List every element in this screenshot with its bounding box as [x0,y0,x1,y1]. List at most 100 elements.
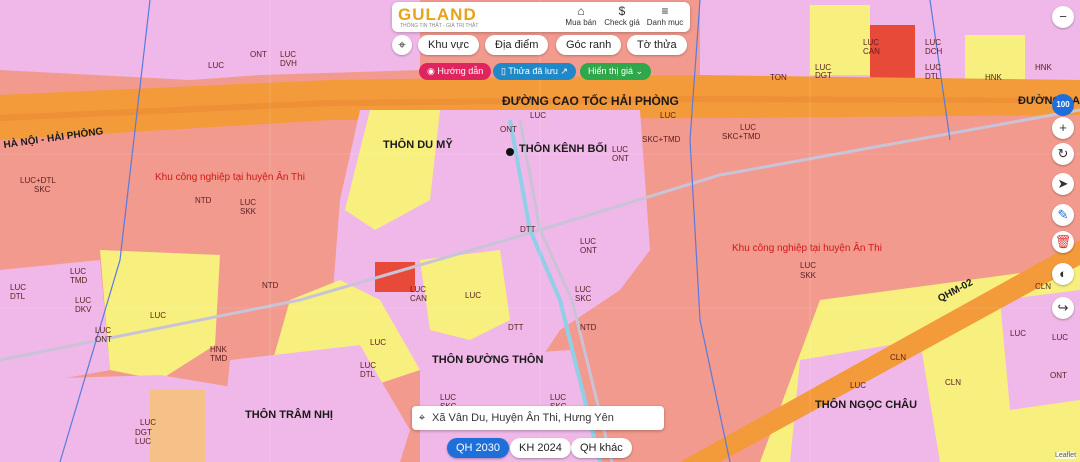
address-text: Xã Vân Du, Huyện Ân Thi, Hưng Yên [432,412,614,424]
svg-text:LUC: LUC [550,393,566,402]
draw-tool-icon: ✎ [1057,207,1069,222]
svg-text:LUC: LUC [1052,333,1068,342]
trash-icon: 🗑 [1054,234,1072,249]
check-price-button[interactable]: $ Check giá [599,4,645,27]
svg-text:LUC: LUC [925,38,941,47]
svg-text:DTL: DTL [360,370,376,379]
menu-button[interactable]: ≡ Danh mục [642,4,688,27]
zoom-out-button[interactable]: − [1052,6,1074,28]
svg-text:LUC: LUC [95,326,111,335]
svg-text:ONT: ONT [95,335,112,344]
tab-kh-2024[interactable]: KH 2024 [510,438,571,458]
svg-text:LUC: LUC [360,361,376,370]
svg-text:CLN: CLN [945,378,961,387]
svg-text:NTD: NTD [195,196,212,205]
check-price-label: Check giá [604,18,640,27]
tab-area[interactable]: Khu vực [418,35,479,55]
svg-text:CLN: CLN [1035,282,1051,291]
svg-text:ONT: ONT [580,246,597,255]
svg-text:LUC: LUC [575,285,591,294]
logo-tagline: THÔNG TIN THẬT - GIÁ TRỊ THẬT [400,23,479,29]
svg-text:TMD: TMD [70,276,88,285]
svg-text:SKK: SKK [240,207,257,216]
top-header: GULAND THÔNG TIN THẬT - GIÁ TRỊ THẬT ⌂ M… [392,2,690,32]
svg-text:LUC: LUC [740,123,756,132]
svg-text:LUC: LUC [660,111,676,120]
navigation-arrow-icon: ➤ [1057,176,1069,191]
svg-text:SKK: SKK [800,271,817,280]
store-icon: ⌂ [577,4,585,18]
tab-parcel[interactable]: Tờ thửa [627,35,687,55]
menu-icon: ≡ [661,4,669,18]
svg-text:DKV: DKV [75,305,92,314]
svg-text:HNK: HNK [210,345,228,354]
svg-text:LUC: LUC [10,283,26,292]
show-price-button[interactable]: Hiển thị giá ⌄ [580,63,652,80]
svg-text:DGT: DGT [135,428,152,437]
tab-qh-2030[interactable]: QH 2030 [447,438,510,458]
svg-text:HNK: HNK [985,73,1003,82]
svg-text:SKC+TMD: SKC+TMD [642,135,681,144]
saved-parcels-label: Thửa đã lưu ↗ [508,66,568,76]
svg-text:LUC: LUC [75,296,91,305]
svg-text:NTD: NTD [262,281,279,290]
my-location-button[interactable]: ⌖ [392,35,412,55]
draw-tool-button[interactable]: ✎ [1052,204,1074,226]
svg-text:ONT: ONT [612,154,629,163]
buy-sell-button[interactable]: ⌂ Mua bán [558,4,604,27]
zoom-level-badge: 100 [1052,94,1074,116]
address-bar[interactable]: ⌖ Xã Vân Du, Huyện Ân Thi, Hưng Yên [412,406,664,430]
svg-text:LUC: LUC [410,285,426,294]
svg-text:DGT: DGT [815,71,832,80]
tab-location[interactable]: Địa điểm [485,35,549,55]
map-attribution[interactable]: Leaflet [1055,452,1077,459]
location-pin-icon: ⌖ [418,412,426,424]
svg-text:ONT: ONT [250,50,267,59]
svg-text:SKC: SKC [34,185,51,194]
dollar-icon: $ [618,4,626,18]
svg-text:LUC+DTL: LUC+DTL [20,176,56,185]
tab-corner[interactable]: Góc ranh [556,35,622,55]
logo[interactable]: GULAND [398,5,477,25]
svg-text:SKC+TMD: SKC+TMD [722,132,761,141]
saved-parcels-button[interactable]: ▯ Thửa đã lưu ↗ [493,63,576,80]
svg-text:LUC: LUC [580,237,596,246]
zoom-in-button[interactable]: + [1052,117,1074,139]
industrial-zone-label: Khu công nghiệp tại huyện Ân Thi [732,241,882,254]
svg-text:HNK: HNK [1035,63,1053,72]
industrial-zone-label: Khu công nghiệp tại huyện Ân Thi [155,170,305,183]
share-button[interactable]: ↪ [1052,297,1074,319]
svg-text:ONT: ONT [1050,371,1067,380]
svg-text:LUC: LUC [70,267,86,276]
svg-text:ONT: ONT [500,125,517,134]
svg-text:LUC: LUC [612,145,628,154]
svg-text:DTT: DTT [508,323,524,332]
svg-text:LUC: LUC [370,338,386,347]
svg-text:LUC: LUC [1010,329,1026,338]
layer-color-button[interactable]: ◐ [1052,263,1074,285]
menu-label: Danh mục [646,18,684,27]
village-label: THÔN ĐƯỜNG THÔN [432,353,543,366]
guide-button[interactable]: ◉ Hướng dẫn [419,63,492,80]
svg-text:LUC: LUC [530,111,546,120]
svg-text:LUC: LUC [150,311,166,320]
svg-text:LUC: LUC [465,291,481,300]
refresh-button[interactable]: ↻ [1052,143,1074,165]
village-label: THÔN DU MỸ [383,138,453,151]
navigate-button[interactable]: ➤ [1052,173,1074,195]
delete-button[interactable]: 🗑 [1052,231,1074,253]
village-marker-icon [506,148,514,156]
tab-qh-other[interactable]: QH khác [571,438,632,458]
guide-label: Hướng dẫn [437,66,484,76]
svg-text:DVH: DVH [280,59,297,68]
svg-text:LUC: LUC [280,50,296,59]
plus-icon: + [1059,120,1067,135]
show-price-label: Hiển thị giá ⌄ [588,66,644,76]
svg-text:TON: TON [770,73,787,82]
svg-text:TMD: TMD [210,354,228,363]
buy-sell-label: Mua bán [565,18,597,27]
svg-text:DTT: DTT [520,225,536,234]
minus-icon: − [1059,9,1067,24]
svg-text:LUC: LUC [863,38,879,47]
crosshair-icon: ⌖ [398,37,406,52]
